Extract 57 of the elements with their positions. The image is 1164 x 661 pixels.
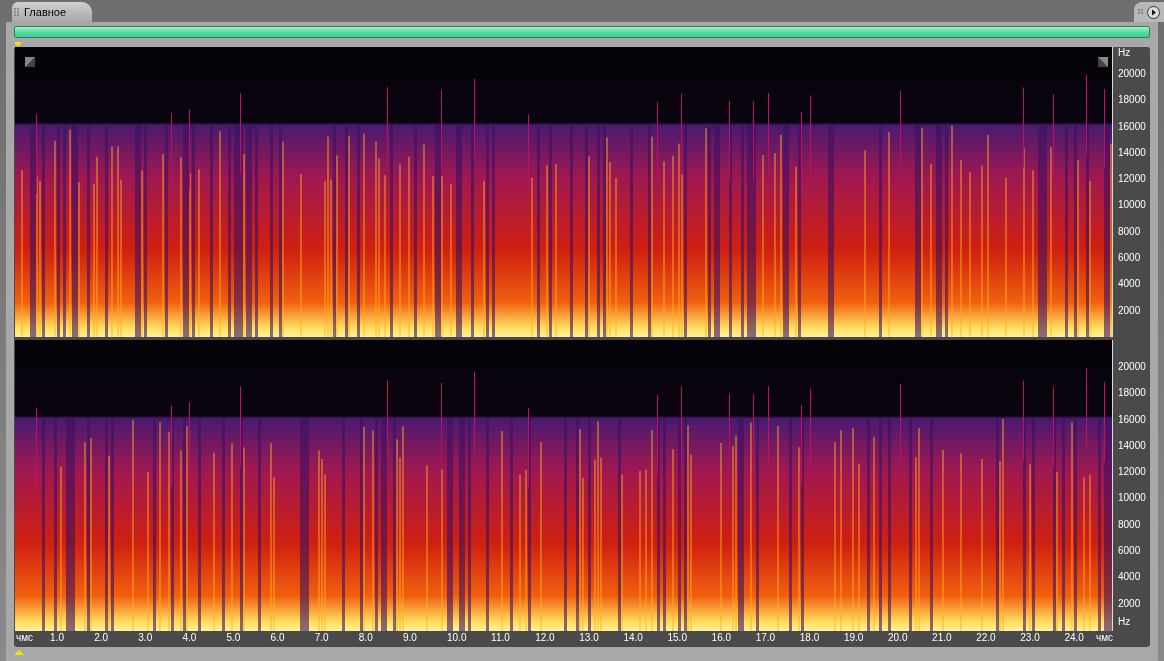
frequency-unit-label: Hz: [1118, 616, 1131, 628]
frequency-label: 12000: [1118, 173, 1146, 186]
time-label: 11.0: [491, 632, 510, 644]
time-label: 23.0: [1020, 632, 1040, 644]
frequency-label: 2000: [1118, 597, 1141, 610]
frequency-unit-label: Hz: [1118, 47, 1131, 59]
corner-handle-icon[interactable]: [25, 57, 35, 67]
frequency-label: 20000: [1118, 360, 1146, 373]
frequency-label: 18000: [1118, 94, 1146, 107]
time-label: 14.0: [623, 632, 643, 644]
frequency-label: 12000: [1118, 466, 1146, 479]
time-label: 20.0: [888, 632, 908, 644]
overview-bar[interactable]: [14, 26, 1150, 38]
frequency-label: 14000: [1118, 146, 1146, 159]
grip-icon: [1138, 9, 1144, 15]
frequency-label: 16000: [1118, 413, 1146, 426]
frequency-label: 6000: [1118, 252, 1141, 265]
time-label: 17.0: [755, 632, 776, 644]
time-label: 22.0: [976, 632, 996, 644]
time-label: 6.0: [270, 632, 285, 644]
frequency-label: 18000: [1118, 387, 1146, 400]
frequency-label: 4000: [1118, 278, 1141, 291]
time-label: 5.0: [226, 632, 241, 644]
frequency-label: 20000: [1118, 67, 1146, 80]
time-label: 10.0: [447, 632, 467, 644]
time-label: 19.0: [843, 632, 864, 644]
time-label: 9.0: [402, 632, 417, 644]
panel-tab[interactable]: Главное: [12, 2, 92, 22]
time-label: 21.0: [932, 632, 952, 644]
time-label: 15.0: [667, 632, 687, 644]
grip-icon: [14, 7, 20, 17]
corner-handle-icon[interactable]: [1098, 57, 1108, 67]
frequency-label: 6000: [1118, 545, 1141, 558]
time-label: 18.0: [799, 632, 820, 644]
play-icon[interactable]: [1147, 5, 1160, 19]
time-label: 2.0: [94, 632, 109, 644]
time-label: 13.0: [579, 632, 599, 644]
time-unit-label: чмс: [1096, 632, 1114, 644]
time-label: 7.0: [314, 632, 329, 644]
time-label: 8.0: [358, 632, 373, 644]
frequency-label: 2000: [1118, 304, 1141, 317]
time-label: 24.0: [1064, 632, 1084, 644]
time-label: 4.0: [182, 632, 197, 644]
time-label: 12.0: [535, 632, 555, 644]
frequency-label: 10000: [1118, 492, 1146, 505]
time-label: 3.0: [138, 632, 153, 644]
frequency-label: 8000: [1118, 225, 1141, 238]
frequency-label: 8000: [1118, 518, 1141, 531]
frequency-label: 4000: [1118, 571, 1141, 584]
marker-icon: [14, 650, 24, 655]
frequency-label: 10000: [1118, 199, 1146, 212]
time-unit-label: чмс: [16, 632, 34, 644]
time-label: 1.0: [50, 632, 64, 644]
frequency-label: 14000: [1118, 439, 1146, 452]
tab-label: Главное: [24, 4, 67, 20]
time-label: 16.0: [711, 632, 732, 644]
frequency-label: 16000: [1118, 120, 1146, 133]
